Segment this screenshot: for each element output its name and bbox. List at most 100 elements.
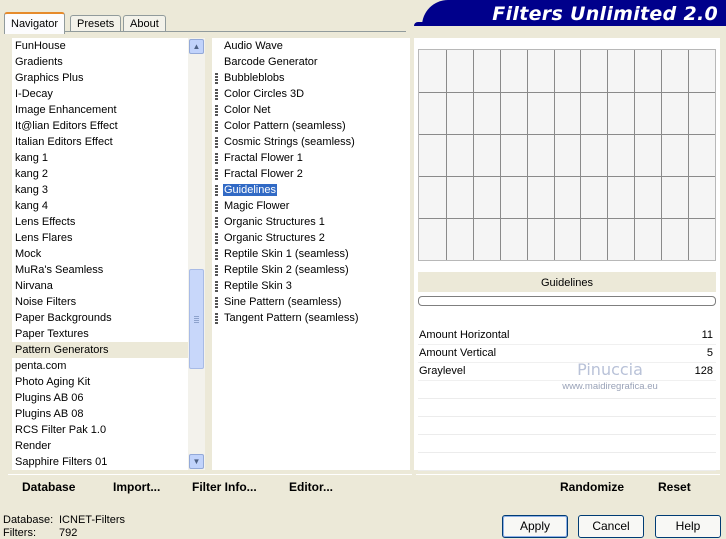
category-item[interactable]: FunHouse	[12, 38, 188, 54]
import-button[interactable]: Import...	[113, 480, 160, 494]
filter-item[interactable]: Barcode Generator	[212, 54, 410, 70]
tab-navigator[interactable]: Navigator	[4, 12, 66, 34]
filter-marker-icon	[215, 281, 218, 292]
filter-item[interactable]: Color Circles 3D	[212, 86, 410, 102]
category-item[interactable]: MuRa's Seamless	[12, 262, 188, 278]
filter-item[interactable]: Fractal Flower 1	[212, 150, 410, 166]
guide-line-horizontal	[419, 176, 715, 177]
right-toolbar: Randomize Reset	[416, 474, 720, 499]
preview-filter-name: Guidelines	[418, 272, 716, 292]
category-item[interactable]: Paper Backgrounds	[12, 310, 188, 326]
filter-item[interactable]: Audio Wave	[212, 38, 410, 54]
randomize-button[interactable]: Randomize	[560, 480, 624, 494]
filter-marker-icon	[215, 153, 218, 164]
scroll-thumb[interactable]	[189, 269, 204, 369]
filter-item[interactable]: Bubbleblobs	[212, 70, 410, 86]
category-item[interactable]: It@lian Editors Effect	[12, 118, 188, 134]
param-value: 128	[694, 365, 713, 377]
filter-item-label: Color Circles 3D	[224, 88, 305, 100]
tab-about[interactable]: About	[123, 15, 166, 32]
filter-item[interactable]: Guidelines	[212, 182, 410, 198]
param-label: Amount Horizontal	[419, 329, 510, 341]
status-database-label: Database:	[3, 514, 54, 526]
category-item[interactable]: penta.com	[12, 358, 188, 374]
category-item[interactable]: Mock	[12, 246, 188, 262]
scroll-down-icon[interactable]: ▼	[189, 454, 204, 469]
category-item[interactable]: Image Enhancement	[12, 102, 188, 118]
filter-marker-icon	[215, 201, 218, 212]
category-item[interactable]: Graphics Plus	[12, 70, 188, 86]
status-filters-value: 792	[59, 527, 78, 539]
filter-item-label: Color Net	[224, 104, 271, 116]
category-item[interactable]: Render	[12, 438, 188, 454]
param-row-amount-horizontal[interactable]: Amount Horizontal 11	[418, 327, 716, 345]
category-item[interactable]: kang 1	[12, 150, 188, 166]
category-item[interactable]: Gradients	[12, 54, 188, 70]
cancel-button[interactable]: Cancel	[578, 515, 644, 538]
guide-line-vertical	[500, 50, 501, 260]
filter-item-label: Color Pattern (seamless)	[224, 120, 346, 132]
apply-button[interactable]: Apply	[502, 515, 568, 538]
category-item[interactable]: Italian Editors Effect	[12, 134, 188, 150]
filter-item[interactable]: Cosmic Strings (seamless)	[212, 134, 410, 150]
filter-item[interactable]: Reptile Skin 2 (seamless)	[212, 262, 410, 278]
param-row-empty	[418, 435, 716, 453]
category-item[interactable]: Plugins AB 08	[12, 406, 188, 422]
category-item[interactable]: Plugins AB 06	[12, 390, 188, 406]
filter-item-label: Bubbleblobs	[224, 72, 285, 84]
param-label: Graylevel	[419, 365, 466, 377]
filter-item[interactable]: Organic Structures 2	[212, 230, 410, 246]
category-item[interactable]: Lens Effects	[12, 214, 188, 230]
category-item[interactable]: Paper Textures	[12, 326, 188, 342]
filter-item[interactable]: Organic Structures 1	[212, 214, 410, 230]
app-title: Filters Unlimited 2.0	[492, 3, 718, 25]
filter-list[interactable]: Audio Wave Barcode Generator Bubbleblobs Co…	[212, 38, 410, 470]
filter-item[interactable]: Reptile Skin 3	[212, 278, 410, 294]
tab-presets[interactable]: Presets	[70, 15, 122, 32]
category-item[interactable]: Photo Aging Kit	[12, 374, 188, 390]
filter-marker-icon	[215, 185, 218, 196]
database-button[interactable]: Database	[22, 480, 75, 494]
guide-line-vertical	[607, 50, 608, 260]
guide-line-vertical	[661, 50, 662, 260]
filter-item[interactable]: Color Pattern (seamless)	[212, 118, 410, 134]
filter-marker-icon	[215, 297, 218, 308]
guide-line-horizontal	[419, 134, 715, 135]
param-row-empty	[418, 399, 716, 417]
category-item[interactable]: kang 3	[12, 182, 188, 198]
category-item[interactable]: Pattern Generators	[12, 342, 188, 358]
category-item[interactable]: Nirvana	[12, 278, 188, 294]
filter-marker-icon	[215, 105, 218, 116]
filter-item-label: Magic Flower	[224, 200, 290, 212]
category-item[interactable]: Noise Filters	[12, 294, 188, 310]
filter-item-label: Cosmic Strings (seamless)	[224, 136, 355, 148]
scroll-up-icon[interactable]: ▲	[189, 39, 204, 54]
guide-line-vertical	[527, 50, 528, 260]
guide-line-vertical	[473, 50, 474, 260]
category-item[interactable]: I-Decay	[12, 86, 188, 102]
editor-button[interactable]: Editor...	[289, 480, 333, 494]
status-filters-label: Filters:	[3, 527, 36, 539]
filter-item[interactable]: Magic Flower	[212, 198, 410, 214]
help-button[interactable]: Help	[655, 515, 721, 538]
category-item[interactable]: Sapphire Filters 01	[12, 454, 188, 470]
filter-info-button[interactable]: Filter Info...	[192, 480, 257, 494]
progress-bar	[418, 296, 716, 306]
reset-button[interactable]: Reset	[658, 480, 691, 494]
filter-item[interactable]: Fractal Flower 2	[212, 166, 410, 182]
category-item[interactable]: Lens Flares	[12, 230, 188, 246]
category-item[interactable]: kang 4	[12, 198, 188, 214]
category-item[interactable]: RCS Filter Pak 1.0	[12, 422, 188, 438]
category-item[interactable]: kang 2	[12, 166, 188, 182]
filter-marker-icon	[215, 265, 218, 276]
param-label: Amount Vertical	[419, 347, 497, 359]
param-value: 11	[701, 329, 713, 341]
filter-item[interactable]: Reptile Skin 1 (seamless)	[212, 246, 410, 262]
category-scrollbar[interactable]: ▲ ▼	[188, 38, 205, 470]
filter-item[interactable]: Tangent Pattern (seamless)	[212, 310, 410, 326]
filter-item[interactable]: Color Net	[212, 102, 410, 118]
status-database-value: ICNET-Filters	[59, 514, 125, 526]
filter-item[interactable]: Sine Pattern (seamless)	[212, 294, 410, 310]
guide-line-horizontal	[419, 218, 715, 219]
category-list[interactable]: FunHouse Gradients Graphics Plus I-Decay Ima…	[12, 38, 188, 470]
